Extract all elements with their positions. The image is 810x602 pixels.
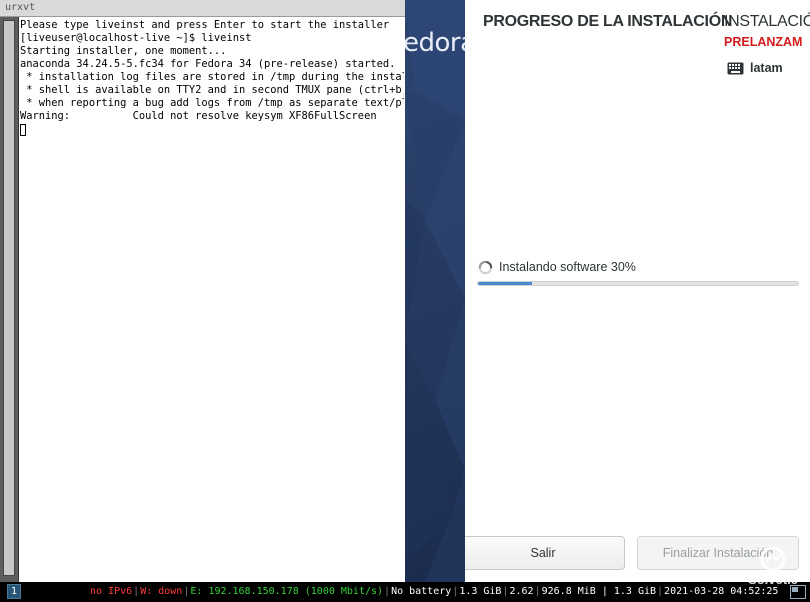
- spinner-icon: [478, 260, 493, 274]
- terminal-line: Please type liveinst and press Enter to …: [20, 19, 390, 31]
- terminal-line: * when reporting a bug add logs from /tm…: [20, 97, 404, 109]
- watermark-logo-icon: [760, 546, 786, 572]
- quit-button[interactable]: Salir: [465, 536, 625, 570]
- terminal-line: Starting installer, one moment...: [20, 45, 227, 57]
- status-segment: no IPv6: [90, 586, 133, 597]
- terminal-window[interactable]: urxvt Please type liveinst and press Ent…: [0, 0, 405, 582]
- terminal-scroll-thumb[interactable]: [3, 20, 15, 576]
- terminal-scrollbar[interactable]: [0, 17, 19, 582]
- status-segment: 1.3 GiB: [459, 586, 502, 597]
- progress-status: Instalando software 30%: [478, 258, 636, 276]
- watermark-text: Solvetic: [748, 572, 798, 587]
- status-bar: 1 no IPv6 | W: down | E: 192.168.150.178 (10…: [0, 582, 810, 602]
- terminal-cursor: [20, 124, 26, 136]
- keyboard-layout-label: latam: [750, 61, 783, 75]
- terminal-prompt-line[interactable]: [20, 123, 404, 136]
- status-segment: No battery: [391, 586, 452, 597]
- terminal-line: * shell is available on TTY2 and in seco…: [20, 84, 404, 96]
- watermark: Solvetic: [745, 546, 801, 590]
- terminal-line: Warning: Could not resolve keysym XF86Fu…: [20, 110, 377, 122]
- installer-window: PROGRESO DE LA INSTALACIÓN INSTALACIÓ PR…: [465, 0, 810, 582]
- status-segment: E: 192.168.150.178 (1000 Mbit/s): [190, 586, 384, 597]
- terminal-line: anaconda 34.24.5-5.fc34 for Fedora 34 (p…: [20, 58, 396, 70]
- prerelease-badge: PRELANZAM: [724, 35, 803, 49]
- terminal-line: * installation log files are stored in /…: [20, 71, 404, 83]
- fedora-logo: edora: [405, 28, 465, 58]
- terminal-output[interactable]: Please type liveinst and press Enter to …: [20, 19, 404, 579]
- progress-bar-fill: [478, 282, 533, 285]
- status-segment: 2.62: [509, 586, 534, 597]
- terminal-line: [liveuser@localhost-live ~]$ liveinst: [20, 32, 252, 44]
- page-title: PROGRESO DE LA INSTALACIÓN: [483, 13, 733, 30]
- background-polygons: [405, 0, 465, 582]
- keyboard-icon: [727, 62, 744, 74]
- status-segment: W: down: [140, 586, 183, 597]
- status-segment: 926.8 MiB | 1.3 GiB: [541, 586, 657, 597]
- desktop-background: edora: [405, 0, 465, 582]
- keyboard-layout-indicator[interactable]: latam: [727, 58, 783, 78]
- terminal-title: urxvt: [5, 2, 36, 13]
- progress-label: Instalando software 30%: [499, 260, 636, 274]
- progress-bar: [477, 281, 799, 286]
- product-title: INSTALACIÓ: [724, 13, 810, 30]
- terminal-titlebar[interactable]: urxvt: [0, 0, 405, 17]
- workspace-button[interactable]: 1: [7, 584, 21, 599]
- status-segments: no IPv6 | W: down | E: 192.168.150.178 (1000…: [89, 582, 779, 602]
